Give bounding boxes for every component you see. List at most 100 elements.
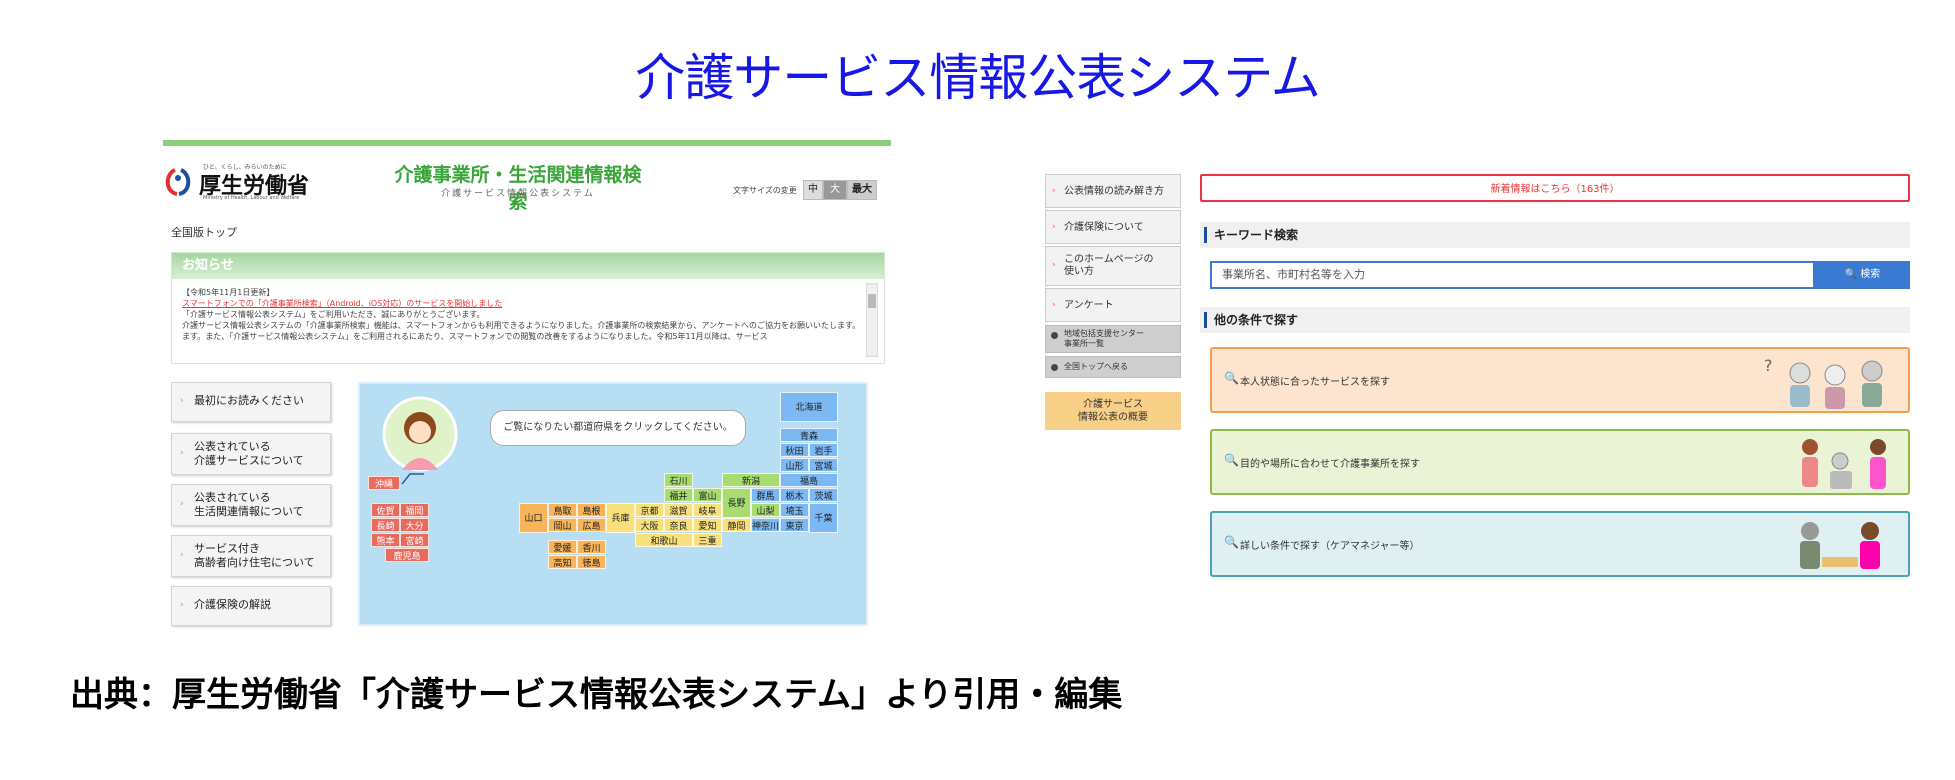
pref-kumamoto[interactable]: 熊本 xyxy=(371,533,400,547)
pref-okayama[interactable]: 岡山 xyxy=(548,518,577,532)
pref-tokyo[interactable]: 東京 xyxy=(780,518,809,532)
pref-hiroshima[interactable]: 広島 xyxy=(577,518,606,532)
search-button[interactable]: 🔍 検索 xyxy=(1815,261,1910,289)
pref-shizuoka[interactable]: 静岡 xyxy=(722,518,751,532)
pref-nara[interactable]: 奈良 xyxy=(664,518,693,532)
right-screenshot: › 公表情報の読み解き方 › 介護保険について › このホームページの 使い方 › アン… xyxy=(1045,170,1915,620)
search-icon: 🔍 xyxy=(1224,535,1239,549)
news-scrollbar[interactable] xyxy=(866,283,878,357)
condition-detailed-search[interactable]: 🔍 詳しい条件で探す（ケアマネジャー等） xyxy=(1210,511,1910,577)
pref-yamaguchi[interactable]: 山口 xyxy=(519,503,548,533)
pref-shiga[interactable]: 滋賀 xyxy=(664,503,693,517)
pref-tokushima[interactable]: 徳島 xyxy=(577,555,606,569)
pref-okinawa[interactable]: 沖縄 xyxy=(368,476,400,490)
breadcrumb[interactable]: 全国版トップ xyxy=(171,224,237,240)
other-conditions-header: 他の条件で探す xyxy=(1200,307,1910,333)
pref-yamagata[interactable]: 山形 xyxy=(780,458,809,472)
mhlw-logo-mark-icon xyxy=(165,168,191,196)
side-item-howto[interactable]: › このホームページの 使い方 xyxy=(1045,246,1181,286)
pref-fukui[interactable]: 福井 xyxy=(664,488,693,502)
menu-item-elderly-housing[interactable]: › サービス付き 高齢者向け住宅について xyxy=(171,535,331,577)
caregiver-illustration-icon xyxy=(1802,439,1886,489)
menu-item-care-services[interactable]: › 公表されている 介護サービスについて xyxy=(171,433,331,475)
bullet-icon xyxy=(1051,332,1058,339)
pref-hyogo[interactable]: 兵庫 xyxy=(606,503,635,533)
consultation-illustration-icon xyxy=(1800,522,1880,569)
pref-toyama[interactable]: 富山 xyxy=(693,488,722,502)
news-line: 「介護サービス情報公表システム」をご利用いただき、誠にありがとうございます。 xyxy=(182,310,485,319)
top-green-bar xyxy=(163,140,891,146)
side-item-centers[interactable]: 地域包括支援センター 事業所一覧 xyxy=(1045,325,1181,353)
okinawa-divider-icon xyxy=(401,473,424,485)
pref-kagawa[interactable]: 香川 xyxy=(577,540,606,554)
japan-map: ご覧になりたい都道府県をクリックしてください。 北海道 青森 秋田 岩手 山形 … xyxy=(358,382,868,626)
news-title: お知らせ xyxy=(172,253,884,279)
pref-wakayama[interactable]: 和歌山 xyxy=(635,533,693,547)
mhlw-logo[interactable]: ひと、くらし、みらいのために 厚生労働省 Ministry of Health,… xyxy=(163,162,313,202)
font-size-large-button[interactable]: 大 xyxy=(823,180,847,200)
side-overview-button[interactable]: 介護サービス 情報公表の概要 xyxy=(1045,392,1181,430)
pref-aomori[interactable]: 青森 xyxy=(780,428,838,442)
pref-ibaraki[interactable]: 茨城 xyxy=(809,488,838,502)
site-subtitle: 介護サービス情報公表システム xyxy=(441,189,595,199)
left-screenshot: ひと、くらし、みらいのために 厚生労働省 Ministry of Health,… xyxy=(163,140,891,630)
condition-by-user-state[interactable]: 🔍 本人状態に合ったサービスを探す ? xyxy=(1210,347,1910,413)
pref-shimane[interactable]: 島根 xyxy=(577,503,606,517)
pref-fukushima[interactable]: 福島 xyxy=(780,473,838,487)
pref-nagano[interactable]: 長野 xyxy=(722,488,751,518)
pref-mie[interactable]: 三重 xyxy=(693,533,722,547)
pref-ehime[interactable]: 愛媛 xyxy=(548,540,577,554)
pref-tochigi[interactable]: 栃木 xyxy=(780,488,809,502)
pref-iwate[interactable]: 岩手 xyxy=(809,443,838,457)
keyword-search-input[interactable]: 事業所名、市町村名等を入力 xyxy=(1210,261,1815,289)
side-item-insurance[interactable]: › 介護保険について xyxy=(1045,210,1181,244)
pref-gunma[interactable]: 群馬 xyxy=(751,488,780,502)
pref-miyazaki[interactable]: 宮崎 xyxy=(400,533,429,547)
pref-kanagawa[interactable]: 神奈川 xyxy=(751,518,780,532)
pref-fukuoka[interactable]: 福岡 xyxy=(400,503,429,517)
page-title: 介護サービス情報公表システム xyxy=(635,49,1321,107)
pref-yamanashi[interactable]: 山梨 xyxy=(751,503,780,517)
search-icon: 🔍 xyxy=(1224,371,1239,385)
search-icon: 🔍 xyxy=(1224,453,1239,467)
map-instruction: ご覧になりたい都道府県をクリックしてください。 xyxy=(490,410,746,446)
pref-kagoshima[interactable]: 鹿児島 xyxy=(385,548,429,562)
news-notice-link[interactable]: 新着情報はこちら（163件） xyxy=(1200,174,1910,202)
pref-aichi[interactable]: 愛知 xyxy=(693,518,722,532)
pref-nagasaki[interactable]: 長崎 xyxy=(371,518,400,532)
pref-ishikawa[interactable]: 石川 xyxy=(664,473,693,487)
news-body: 【令和5年11月1日更新】 スマートフォンでの「介護事業所検索」（Android… xyxy=(182,287,862,342)
menu-item-life-info[interactable]: › 公表されている 生活関連情報について xyxy=(171,484,331,526)
news-line: 介護サービス情報公表システムの「介護事業所検索」機能は、スマートフォンからも利用… xyxy=(182,321,861,330)
font-size-label: 文字サイズの変更 xyxy=(733,186,797,195)
news-box: お知らせ 【令和5年11月1日更新】 スマートフォンでの「介護事業所検索」（An… xyxy=(171,252,885,364)
pref-kochi[interactable]: 高知 xyxy=(548,555,577,569)
logo-english: Ministry of Health, Labour and Welfare xyxy=(203,195,300,201)
keyword-section-header: キーワード検索 xyxy=(1200,222,1910,248)
side-item-survey[interactable]: › アンケート xyxy=(1045,288,1181,322)
pref-chiba[interactable]: 千葉 xyxy=(809,503,838,533)
bullet-icon xyxy=(1051,364,1058,371)
font-size-medium-button[interactable]: 中 xyxy=(803,180,823,200)
menu-item-read-first[interactable]: › 最初にお読みください xyxy=(171,382,331,422)
font-size-max-button[interactable]: 最大 xyxy=(847,180,877,200)
condition-by-purpose-location[interactable]: 🔍 目的や場所に合わせて介護事業所を探す xyxy=(1210,429,1910,495)
side-item-national-top[interactable]: 全国トップへ戻る xyxy=(1045,356,1181,378)
pref-oita[interactable]: 大分 xyxy=(400,518,429,532)
news-link[interactable]: スマートフォンでの「介護事業所検索」（Android、iOS対応）のサービスを開… xyxy=(182,298,862,309)
menu-item-insurance[interactable]: › 介護保険の解説 xyxy=(171,586,331,626)
pref-saga[interactable]: 佐賀 xyxy=(371,503,400,517)
pref-hokkaido[interactable]: 北海道 xyxy=(780,392,838,422)
pref-saitama[interactable]: 埼玉 xyxy=(780,503,809,517)
side-item-guide[interactable]: › 公表情報の読み解き方 xyxy=(1045,174,1181,208)
pref-tottori[interactable]: 鳥取 xyxy=(548,503,577,517)
svg-text:?: ? xyxy=(1764,356,1773,375)
pref-miyagi[interactable]: 宮城 xyxy=(809,458,838,472)
pref-osaka[interactable]: 大阪 xyxy=(635,518,664,532)
pref-kyoto[interactable]: 京都 xyxy=(635,503,664,517)
pref-niigata[interactable]: 新潟 xyxy=(722,473,780,487)
news-line: 【令和5年11月1日更新】 xyxy=(182,288,275,297)
pref-gifu[interactable]: 岐阜 xyxy=(693,503,722,517)
source-caption: 出典：厚生労働省「介護サービス情報公表システム」より引用・編集 xyxy=(70,675,1123,715)
pref-akita[interactable]: 秋田 xyxy=(780,443,809,457)
